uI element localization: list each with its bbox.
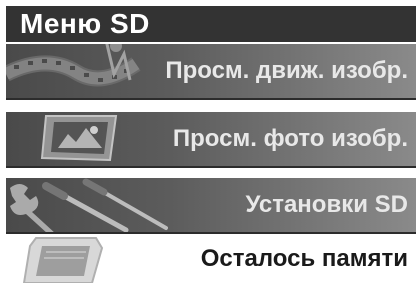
menu-item-label: Осталось памяти	[200, 245, 408, 272]
sd-card-icon	[6, 236, 116, 283]
menu-item-sd-settings[interactable]: Установки SD	[6, 178, 416, 234]
tools-icon	[6, 178, 176, 232]
menu-item-label: Просм. движ. изобр.	[165, 57, 408, 84]
menu-item-movie-playback[interactable]: Просм. движ. изобр.	[6, 44, 416, 100]
menu-item-label: Установки SD	[245, 191, 408, 218]
menu-item-photo-playback[interactable]: Просм. фото изобр.	[6, 112, 416, 168]
photo-frame-icon	[6, 112, 136, 166]
menu-header: Меню SD	[6, 6, 416, 42]
menu-item-label: Просм. фото изобр.	[172, 125, 408, 152]
menu-item-remaining-memory[interactable]: Осталось памяти	[6, 236, 416, 283]
film-reel-icon	[6, 44, 166, 98]
menu-title: Меню SD	[20, 8, 150, 39]
sd-menu-screen: Меню SD Просм. движ. изобр. Просм. фото …	[0, 0, 418, 283]
